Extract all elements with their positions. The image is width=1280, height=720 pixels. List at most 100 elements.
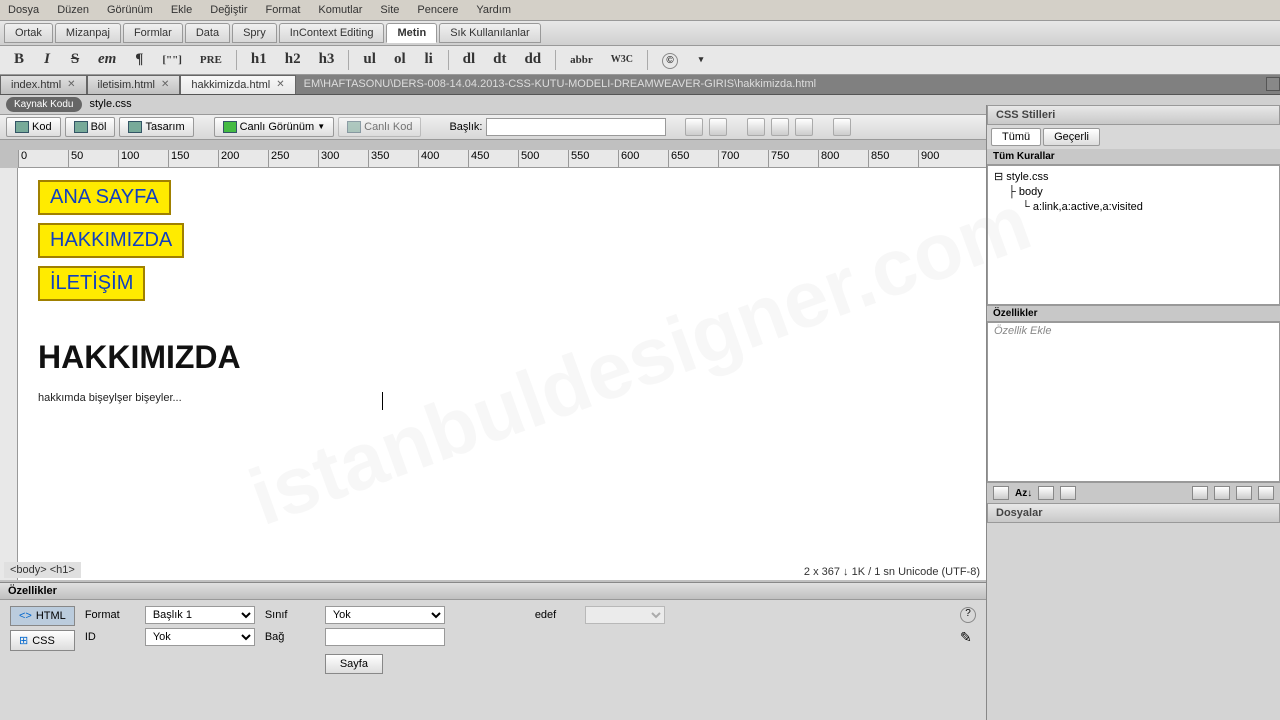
tab-tumu[interactable]: Tümü bbox=[991, 128, 1041, 146]
ol-button[interactable]: ol bbox=[388, 49, 412, 70]
html-mode-button[interactable]: <>HTML bbox=[10, 606, 75, 626]
hedef-label: edef bbox=[535, 609, 575, 621]
nav-anasayfa[interactable]: ANA SAYFA bbox=[38, 180, 171, 215]
tab-sik[interactable]: Sık Kullanılanlar bbox=[439, 23, 541, 43]
properties-body[interactable]: Özellik Ekle bbox=[987, 322, 1280, 482]
tool-icon[interactable] bbox=[993, 486, 1009, 500]
all-rules-header: Tüm Kurallar bbox=[987, 149, 1280, 165]
page-properties-button[interactable]: Sayfa bbox=[325, 654, 383, 674]
menu-duzen[interactable]: Düzen bbox=[57, 4, 89, 16]
copyright-button[interactable]: © bbox=[656, 49, 684, 71]
w3c-button[interactable]: W3C bbox=[605, 52, 639, 67]
new-icon[interactable] bbox=[1214, 486, 1230, 500]
play-icon[interactable] bbox=[833, 118, 851, 136]
menu-pencere[interactable]: Pencere bbox=[417, 4, 458, 16]
tab-mizanpaj[interactable]: Mizanpaj bbox=[55, 23, 121, 43]
nav-hakkimizda[interactable]: HAKKIMIZDA bbox=[38, 223, 184, 258]
css-styles-header[interactable]: CSS Stilleri bbox=[987, 105, 1280, 125]
abbr-button[interactable]: abbr bbox=[564, 52, 599, 68]
delete-icon[interactable] bbox=[1258, 486, 1274, 500]
tool-icon[interactable] bbox=[685, 118, 703, 136]
text-cursor bbox=[382, 392, 383, 410]
bag-input[interactable] bbox=[325, 628, 445, 646]
tasarim-button[interactable]: Tasarım bbox=[119, 117, 193, 137]
doc-icon[interactable] bbox=[1266, 77, 1280, 91]
paragraph-button[interactable]: ¶ bbox=[128, 49, 150, 70]
dd-button[interactable]: dd bbox=[518, 49, 547, 70]
tag-selector[interactable]: <body> <h1> bbox=[4, 562, 81, 578]
tab-metin[interactable]: Metin bbox=[386, 23, 437, 43]
h2-button[interactable]: h2 bbox=[279, 49, 307, 70]
help-icon[interactable]: ? bbox=[960, 607, 976, 623]
id-select[interactable]: Yok bbox=[145, 628, 255, 646]
separator bbox=[348, 50, 349, 70]
menu-degistir[interactable]: Değiştir bbox=[210, 4, 247, 16]
bold-button[interactable]: B bbox=[8, 49, 30, 70]
dropdown-arrow-icon[interactable]: ▾ bbox=[690, 52, 712, 67]
menu-dosya[interactable]: Dosya bbox=[8, 4, 39, 16]
menu-site[interactable]: Site bbox=[380, 4, 399, 16]
link-icon[interactable] bbox=[1192, 486, 1208, 500]
bol-button[interactable]: Böl bbox=[65, 117, 116, 137]
nav-iletisim[interactable]: İLETİŞİM bbox=[38, 266, 145, 301]
tree-item[interactable]: ⊟ style.css bbox=[994, 170, 1273, 185]
tree-item[interactable]: ├ body bbox=[1008, 185, 1273, 200]
menu-format[interactable]: Format bbox=[266, 4, 301, 16]
live-code-icon bbox=[347, 121, 361, 133]
close-icon[interactable]: ✕ bbox=[276, 79, 284, 90]
tab-incontext[interactable]: InContext Editing bbox=[279, 23, 385, 43]
files-panel-header[interactable]: Dosyalar bbox=[987, 503, 1280, 523]
sinif-select[interactable]: Yok bbox=[325, 606, 445, 624]
title-input[interactable] bbox=[486, 118, 666, 136]
doc-tab-label: iletisim.html bbox=[98, 79, 155, 91]
menu-yardim[interactable]: Yardım bbox=[476, 4, 511, 16]
menu-komutlar[interactable]: Komutlar bbox=[318, 4, 362, 16]
tab-formlar[interactable]: Formlar bbox=[123, 23, 183, 43]
close-icon[interactable]: ✕ bbox=[67, 79, 75, 90]
italic-button[interactable]: I bbox=[36, 49, 58, 70]
em-button[interactable]: em bbox=[92, 49, 122, 70]
options-icon[interactable] bbox=[771, 118, 789, 136]
strike-button[interactable]: S bbox=[64, 49, 86, 70]
doc-tab-hakkimizda[interactable]: hakkimizda.html✕ bbox=[180, 75, 295, 94]
pi-header[interactable]: Özellikler bbox=[0, 583, 986, 600]
status-bar: 2 x 367 ↓ 1K / 1 sn Unicode (UTF-8) bbox=[804, 566, 980, 578]
ul-button[interactable]: ul bbox=[357, 49, 382, 70]
doc-tab-index[interactable]: index.html✕ bbox=[0, 75, 87, 94]
check-icon[interactable] bbox=[795, 118, 813, 136]
h3-button[interactable]: h3 bbox=[313, 49, 341, 70]
az-sort-icon[interactable]: Az↓ bbox=[1015, 488, 1032, 499]
kod-button[interactable]: Kod bbox=[6, 117, 61, 137]
css-mode-button[interactable]: ⊞CSS bbox=[10, 630, 75, 651]
tab-gecerli[interactable]: Geçerli bbox=[1043, 128, 1100, 146]
tab-data[interactable]: Data bbox=[185, 23, 230, 43]
globe-icon[interactable] bbox=[709, 118, 727, 136]
tab-spry[interactable]: Spry bbox=[232, 23, 277, 43]
refresh-icon[interactable] bbox=[747, 118, 765, 136]
separator bbox=[555, 50, 556, 70]
menu-gorunum[interactable]: Görünüm bbox=[107, 4, 153, 16]
pre-button[interactable]: PRE bbox=[194, 52, 228, 68]
ruler-vertical bbox=[0, 168, 18, 580]
li-button[interactable]: li bbox=[418, 49, 440, 70]
edit-icon[interactable] bbox=[1236, 486, 1252, 500]
menu-ekle[interactable]: Ekle bbox=[171, 4, 192, 16]
dt-button[interactable]: dt bbox=[487, 49, 512, 70]
quick-edit-icon[interactable]: ✎ bbox=[960, 629, 976, 646]
hedef-select[interactable] bbox=[585, 606, 665, 624]
document-tabs: index.html✕ iletisim.html ✕ hakkimizda.ht… bbox=[0, 75, 1280, 95]
css-rules-tree[interactable]: ⊟ style.css ├ body └ a:link,a:active,a:v… bbox=[987, 165, 1280, 305]
format-select[interactable]: Başlık 1 bbox=[145, 606, 255, 624]
source-code-button[interactable]: Kaynak Kodu bbox=[6, 97, 82, 112]
live-view-button[interactable]: Canlı Görünüm▼ bbox=[214, 117, 335, 137]
tool-icon[interactable] bbox=[1060, 486, 1076, 500]
h1-button[interactable]: h1 bbox=[245, 49, 273, 70]
dl-button[interactable]: dl bbox=[457, 49, 482, 70]
blockquote-button[interactable]: [""] bbox=[156, 52, 188, 68]
tree-item[interactable]: └ a:link,a:active,a:visited bbox=[1022, 200, 1273, 215]
tool-icon[interactable] bbox=[1038, 486, 1054, 500]
close-icon[interactable]: ✕ bbox=[161, 79, 169, 90]
doc-tab-iletisim[interactable]: iletisim.html ✕ bbox=[87, 75, 181, 94]
tab-ortak[interactable]: Ortak bbox=[4, 23, 53, 43]
style-file-link[interactable]: style.css bbox=[90, 98, 132, 110]
